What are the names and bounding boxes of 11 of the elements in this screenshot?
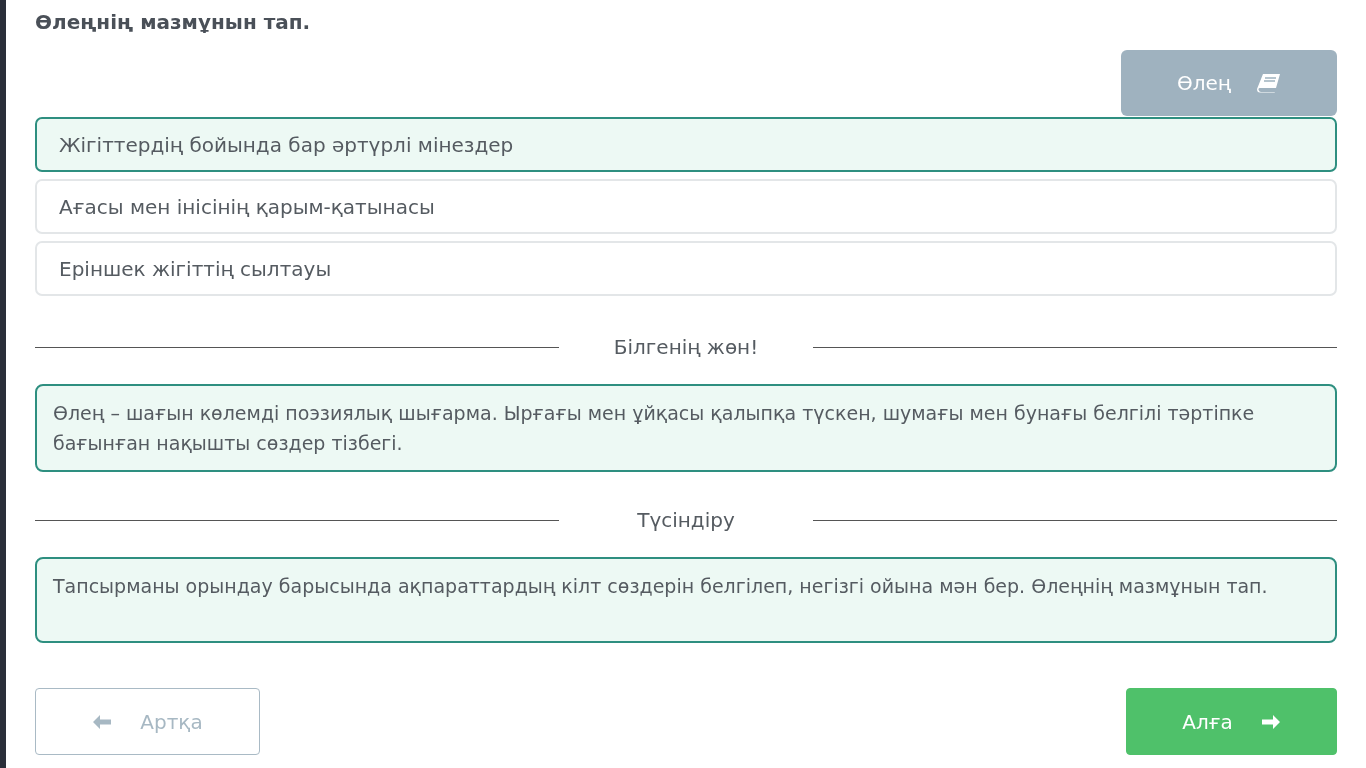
arrow-left-icon [92,713,113,730]
section-heading: Білгенің жөн! [612,335,760,359]
answer-option[interactable]: Еріншек жігіттің сылтауы [35,241,1337,296]
info-text: Өлең – шағын көлемді поэзиялық шығарма. Ырғағы мен ұйқасы қалыпқа түскен, шумағы мен бунағы белгілі тәртіпке бағынған нақышты сөздер тізбегі. [35,384,1337,472]
section-heading: Түсіндіру [636,508,736,532]
question-title: Өлеңнің мазмұнын тап. [35,10,312,36]
answer-option[interactable]: Жігіттердің бойында бар әртүрлі мінездер [35,117,1337,172]
answer-option[interactable]: Ағасы мен інісінің қарым-қатынасы [35,179,1337,234]
book-icon [1257,73,1281,93]
arrow-right-icon [1260,713,1281,730]
info-text: Тапсырманы орындау барысында ақпараттардың кілт сөздерін белгілеп, негізгі ойына мән бер. Өлеңнің мазмұнын тап. [35,557,1337,643]
